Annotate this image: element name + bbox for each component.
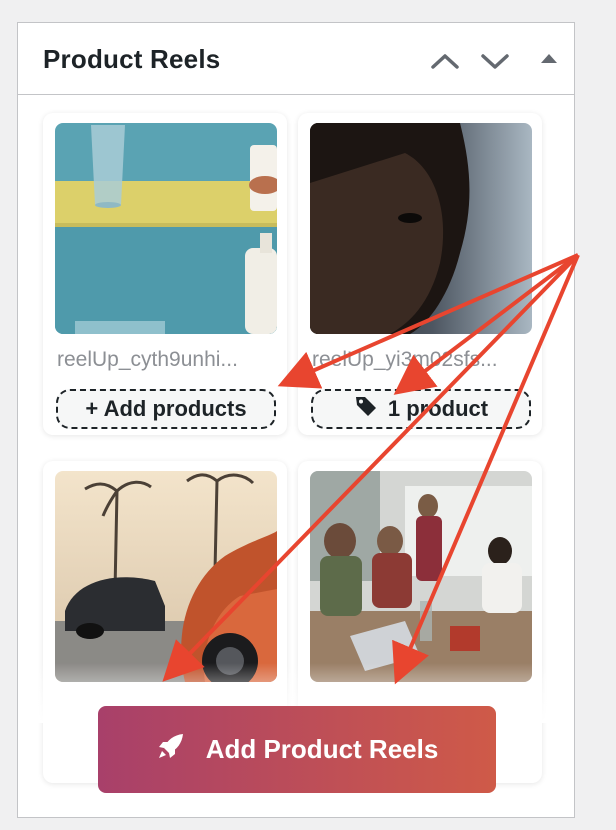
product-reels-panel: Product Reels reelUp_cyth9unhi... + Add … — [17, 22, 575, 818]
reel-thumbnail[interactable] — [310, 471, 532, 682]
add-product-reels-label: Add Product Reels — [205, 734, 439, 764]
move-up-button[interactable] — [428, 45, 462, 77]
toggle-panel-button[interactable] — [532, 45, 566, 77]
reel-card: reelUp_cyth9unhi... + Add products — [43, 113, 287, 435]
tag-icon — [354, 394, 378, 424]
add-products-button[interactable]: + Add products — [56, 389, 276, 429]
products-count-label: 1 product — [387, 396, 489, 421]
reel-thumbnail[interactable] — [55, 471, 277, 682]
panel-header: Product Reels — [18, 23, 574, 95]
triangle-up-icon — [532, 45, 566, 77]
products-count-button[interactable]: 1 product — [311, 389, 531, 429]
rocket-icon — [156, 731, 186, 768]
chevron-down-icon — [478, 45, 512, 77]
reel-thumbnail[interactable] — [55, 123, 277, 334]
add-product-reels-button[interactable]: Add Product Reels — [98, 706, 496, 793]
panel-title: Product Reels — [43, 44, 221, 74]
move-down-button[interactable] — [478, 45, 512, 77]
chevron-up-icon — [428, 45, 462, 77]
add-products-label: + Add products — [85, 396, 247, 421]
reel-filename: reelUp_yi3m02sfs... — [312, 348, 498, 371]
reel-thumbnail[interactable] — [310, 123, 532, 334]
reel-card: reelUp_yi3m02sfs... 1 product — [298, 113, 542, 435]
reel-filename: reelUp_cyth9unhi... — [57, 348, 238, 371]
